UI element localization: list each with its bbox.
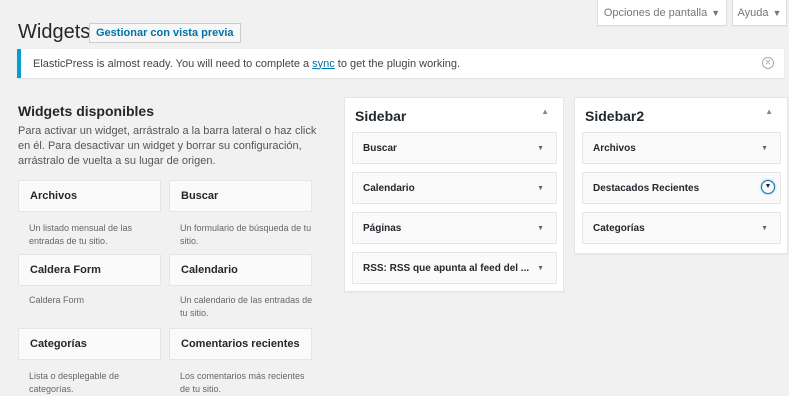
sidebar-widget-archivos[interactable]: Archivos ▼ (582, 132, 781, 164)
widget-categorias[interactable]: Categorías (18, 328, 161, 360)
widget-title: Calendario (363, 182, 415, 194)
collapse-icon[interactable]: ▲ (541, 107, 549, 116)
widget-description: Un calendario de las entradas de tu siti… (180, 295, 313, 318)
widget-comentarios-recientes[interactable]: Comentarios recientes (169, 328, 312, 360)
widget-title: Páginas (363, 222, 402, 234)
chevron-down-icon[interactable]: ▼ (537, 185, 544, 192)
chevron-down-icon[interactable]: ▼ (537, 145, 544, 152)
widget-title: Archivos (593, 142, 636, 154)
widget-title: Calendario (181, 264, 238, 276)
help-label: Ayuda (737, 6, 769, 19)
chevron-down-icon[interactable]: ▼ (761, 225, 768, 232)
screen-options-label: Opciones de pantalla (603, 6, 708, 19)
help-tab[interactable]: Ayuda ▼ (732, 0, 787, 26)
sidebar-widget-paginas[interactable]: Páginas ▼ (352, 212, 557, 244)
screen-options-tab[interactable]: Opciones de pantalla ▼ (597, 0, 727, 26)
widget-buscar[interactable]: Buscar (169, 180, 312, 212)
dismiss-icon[interactable]: ✕ (762, 57, 774, 69)
widget-title: Archivos (30, 190, 78, 202)
widget-description: Los comentarios más recientes de tu siti… (180, 371, 305, 394)
widget-description: Lista o desplegable de categorías. (29, 371, 120, 394)
sidebar-title: Sidebar2 (585, 108, 645, 124)
widget-title: Caldera Form (30, 264, 101, 276)
sidebar-title: Sidebar (355, 108, 407, 124)
sidebar-area-2: Sidebar2 ▲ Archivos ▼ Destacados Recient… (574, 97, 788, 254)
collapse-icon[interactable]: ▲ (765, 107, 773, 116)
sidebar-widget-rss[interactable]: RSS: RSS que apunta al feed del ... ▼ (352, 252, 557, 284)
sidebar-widget-buscar[interactable]: Buscar ▼ (352, 132, 557, 164)
widget-title: Categorías (30, 338, 87, 350)
widget-title: Buscar (181, 190, 219, 202)
widget-archivos[interactable]: Archivos (18, 180, 161, 212)
widget-title: Buscar (363, 142, 397, 154)
chevron-down-icon: ▼ (711, 7, 721, 18)
widget-title: Categorías (593, 222, 645, 234)
available-widgets-title: Widgets disponibles (18, 103, 154, 119)
page-title: Widgets (18, 21, 91, 43)
elasticpress-notice: ElasticPress is almost ready. You will n… (17, 49, 784, 78)
manage-with-preview-button[interactable]: Gestionar con vista previa (89, 23, 241, 43)
notice-text-after: to get the plugin working. (337, 57, 461, 70)
sidebar-area-1: Sidebar ▲ Buscar ▼ Calendario ▼ Páginas … (344, 97, 564, 292)
widget-calendario[interactable]: Calendario (169, 254, 312, 286)
widget-title: Destacados Recientes (593, 182, 700, 194)
widget-description: Un formulario de búsqueda de tu sitio. (180, 223, 312, 246)
widget-title: Comentarios recientes (181, 338, 300, 350)
chevron-down-icon[interactable]: ▼ (537, 225, 544, 232)
widget-description: Un listado mensual de las entradas de tu… (29, 223, 133, 246)
sidebar-widget-categorias[interactable]: Categorías ▼ (582, 212, 781, 244)
widget-title: RSS: RSS que apunta al feed del ... (363, 262, 530, 274)
widget-description: Caldera Form (29, 295, 85, 305)
chevron-down-icon[interactable]: ▼ (761, 180, 775, 194)
chevron-down-icon[interactable]: ▼ (537, 265, 544, 272)
chevron-down-icon: ▼ (772, 7, 782, 18)
sidebar-widget-destacados-recientes[interactable]: Destacados Recientes ▼ (582, 172, 781, 204)
available-widgets-description: Para activar un widget, arrástralo a la … (18, 125, 317, 167)
notice-text-before: ElasticPress is almost ready. You will n… (33, 57, 310, 70)
chevron-down-icon[interactable]: ▼ (761, 145, 768, 152)
sidebar-widget-calendario[interactable]: Calendario ▼ (352, 172, 557, 204)
widget-caldera-form[interactable]: Caldera Form (18, 254, 161, 286)
sync-link[interactable]: sync (312, 58, 335, 70)
